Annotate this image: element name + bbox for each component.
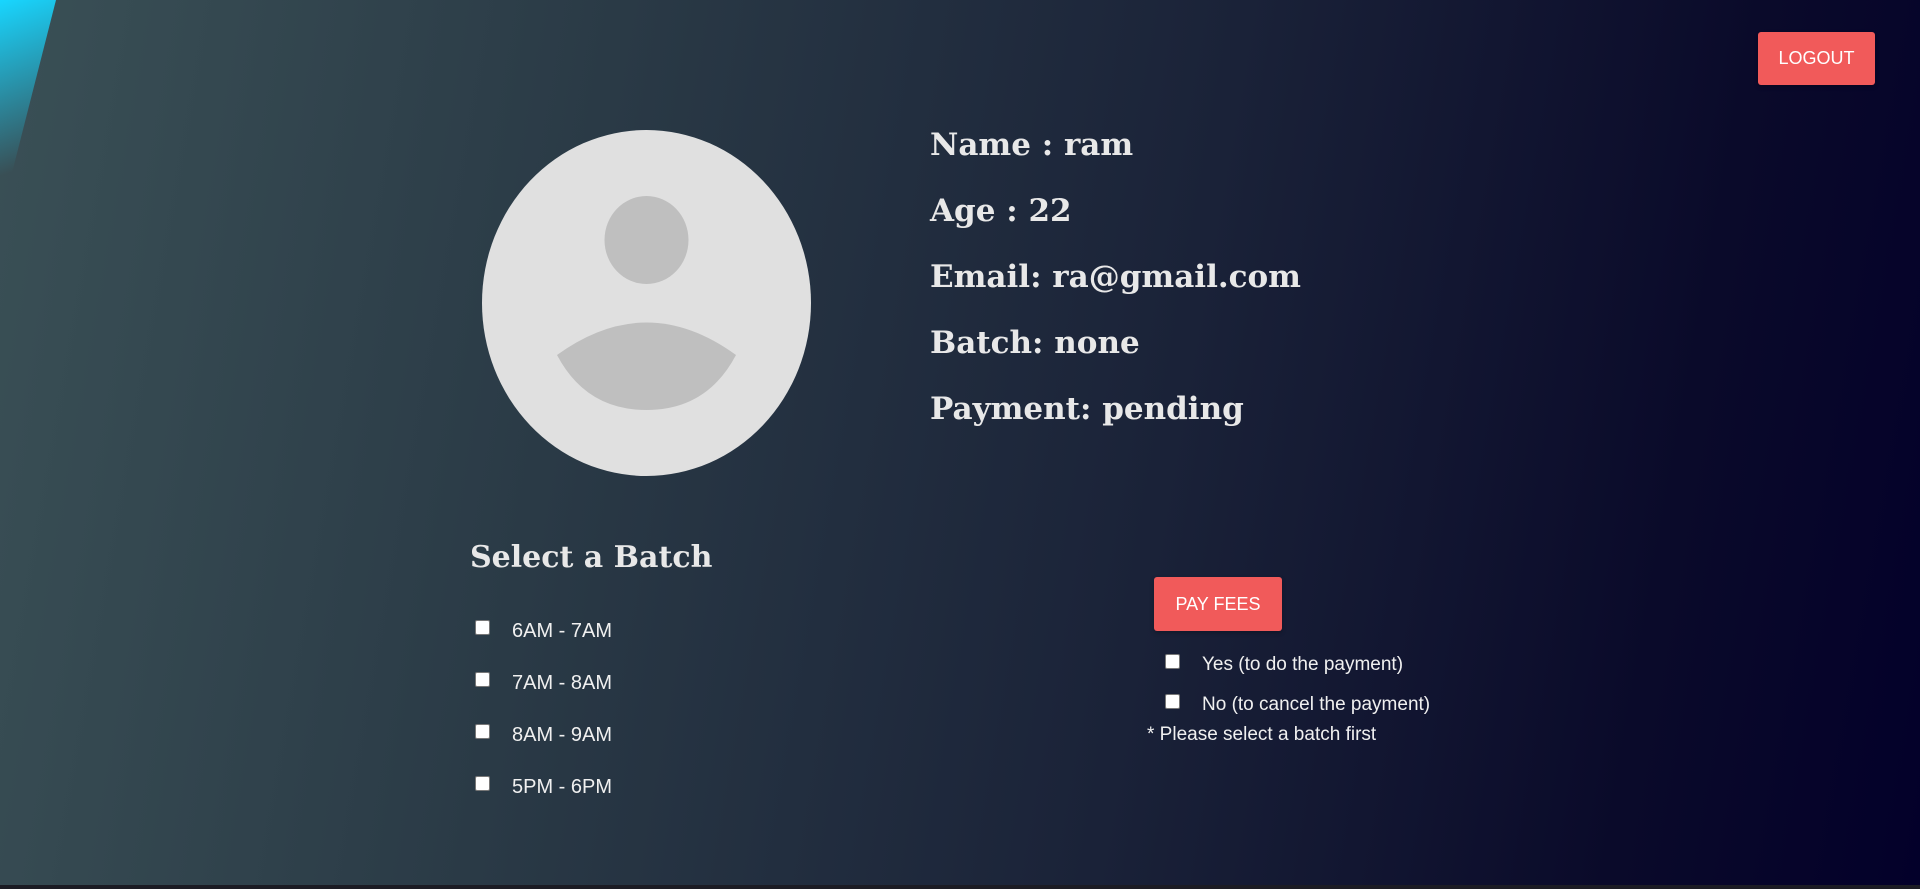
batch-option: 7AM - 8AM bbox=[475, 657, 612, 709]
payment-options: Yes (to do the payment) No (to cancel th… bbox=[1165, 645, 1430, 725]
pay-fees-button[interactable]: PAY FEES bbox=[1154, 577, 1282, 631]
batch-option-label: 8AM - 9AM bbox=[512, 723, 613, 746]
logout-button[interactable]: LOGOUT bbox=[1758, 32, 1875, 85]
bottom-divider bbox=[0, 885, 1920, 889]
payment-option-no: No (to cancel the payment) bbox=[1165, 685, 1430, 725]
payment-option-yes: Yes (to do the payment) bbox=[1165, 645, 1430, 685]
payment-yes-checkbox[interactable] bbox=[1165, 653, 1180, 669]
avatar-icon bbox=[482, 130, 811, 476]
profile-name: Name : ram bbox=[930, 127, 1134, 163]
profile-age: Age : 22 bbox=[930, 193, 1072, 229]
profile-batch: Batch: none bbox=[930, 325, 1140, 361]
profile-payment: Payment: pending bbox=[930, 391, 1244, 427]
profile-email: Email: ra@gmail.com bbox=[930, 259, 1301, 295]
batch-checkbox[interactable] bbox=[475, 775, 490, 791]
batch-option: 6AM - 7AM bbox=[475, 605, 612, 657]
batch-option-label: 5PM - 6PM bbox=[512, 775, 613, 798]
corner-glow-decoration bbox=[0, 0, 56, 220]
payment-no-checkbox[interactable] bbox=[1165, 693, 1180, 709]
batch-section-title: Select a Batch bbox=[470, 540, 713, 575]
payment-option-label: Yes (to do the payment) bbox=[1202, 654, 1404, 675]
payment-option-label: No (to cancel the payment) bbox=[1202, 694, 1431, 715]
batch-checkbox[interactable] bbox=[475, 619, 490, 635]
payment-note: * Please select a batch first bbox=[1147, 724, 1377, 745]
batch-options: 6AM - 7AM 7AM - 8AM 8AM - 9AM 5PM - 6PM bbox=[475, 605, 612, 813]
batch-option: 8AM - 9AM bbox=[475, 709, 612, 761]
batch-checkbox[interactable] bbox=[475, 671, 490, 687]
profile-info: Name : ram Age : 22 Email: ra@gmail.com … bbox=[930, 122, 1301, 452]
batch-option-label: 6AM - 7AM bbox=[512, 619, 613, 642]
batch-checkbox[interactable] bbox=[475, 723, 490, 739]
batch-option: 5PM - 6PM bbox=[475, 761, 612, 813]
batch-option-label: 7AM - 8AM bbox=[512, 671, 613, 694]
